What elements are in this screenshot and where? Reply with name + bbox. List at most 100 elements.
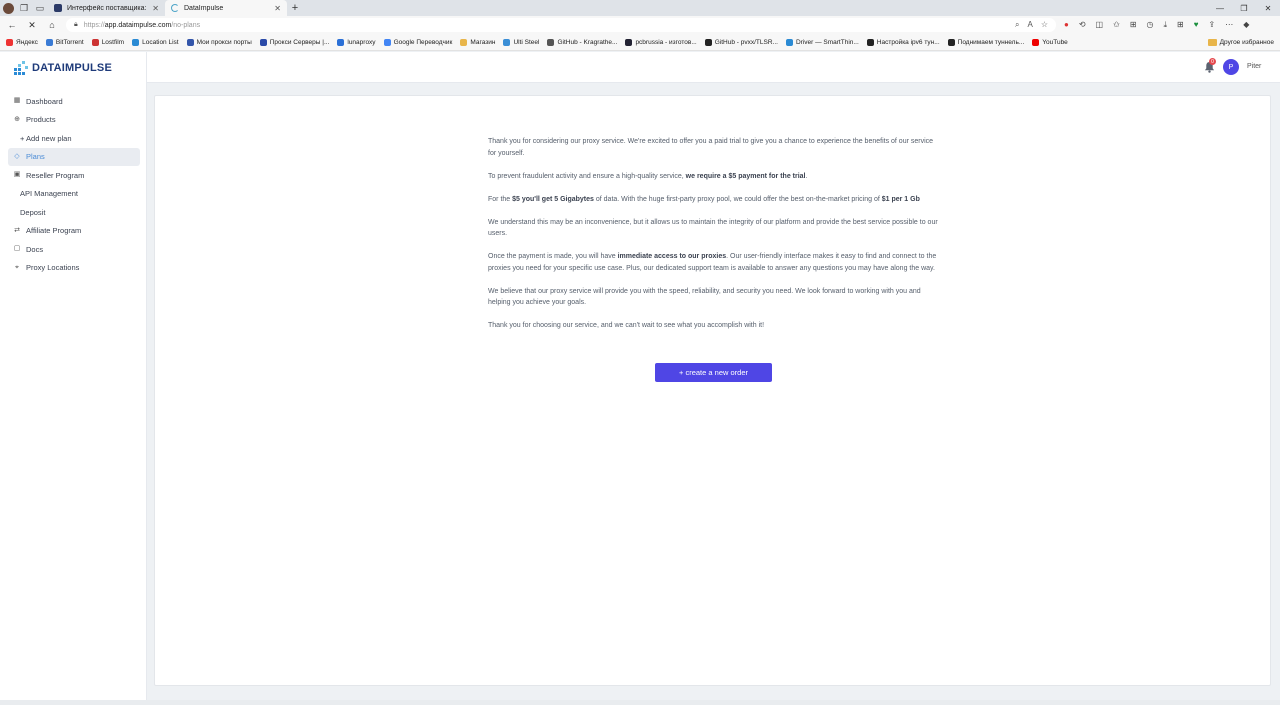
sidebar-item-label: Plans bbox=[26, 152, 45, 162]
logo[interactable]: DATAIMPULSE bbox=[14, 61, 112, 75]
sidebar-item-api-management[interactable]: API Management bbox=[8, 185, 140, 204]
bookmark-label: lunaproxy bbox=[347, 38, 376, 46]
trial-info-text: Thank you for considering our proxy serv… bbox=[488, 136, 943, 343]
pricing-paragraph: For the $5 you'll get 5 Gigabytes of dat… bbox=[488, 194, 943, 206]
new-tab-button[interactable]: + bbox=[287, 2, 303, 14]
bookmark-label: GitHub - Kragrathe... bbox=[557, 38, 618, 46]
bookmark-item[interactable]: GitHub - Kragrathe... bbox=[547, 38, 618, 46]
extension-stop-icon[interactable]: ● bbox=[1064, 20, 1069, 30]
address-bar[interactable]: 🔒︎ https://app.dataimpulse.com/no-plans … bbox=[66, 18, 1056, 32]
sidebar-nav: ▦ Dashboard ⊕ Products + Add new plan ◇ Pla… bbox=[8, 92, 140, 277]
bookmark-label: Ulti Steel bbox=[513, 38, 540, 46]
sidebar-item-products[interactable]: ⊕ Products bbox=[8, 111, 140, 130]
bookmark-item[interactable]: GitHub - pvxx/TLSR... bbox=[704, 38, 778, 46]
bookmark-item[interactable]: Настройка ipv6 тун... bbox=[866, 38, 940, 46]
bookmark-favicon-icon bbox=[186, 38, 194, 46]
tab-title: Интерфейс поставщика: Buyer... bbox=[67, 4, 147, 12]
sidebar-item-reseller-program[interactable]: ▣ Reseller Program bbox=[8, 166, 140, 185]
bookmark-item[interactable]: Google Переводчик bbox=[383, 38, 452, 46]
downloads-icon[interactable]: ⤓ bbox=[1164, 20, 1168, 30]
bookmark-favicon-icon bbox=[460, 38, 468, 46]
tab-actions-icon[interactable]: ▭ bbox=[32, 0, 48, 16]
read-aloud-icon[interactable]: A bbox=[1027, 20, 1032, 30]
bookmark-label: Мои прокси порты bbox=[196, 38, 252, 46]
main-content-card: Thank you for considering our proxy serv… bbox=[154, 95, 1271, 686]
url-host: app.dataimpulse.com bbox=[104, 21, 172, 29]
bookmark-item[interactable]: Поднимаем туннель... bbox=[947, 38, 1025, 46]
app-header: 0 P Piter bbox=[147, 52, 1280, 83]
share-icon[interactable]: ⇪ bbox=[1209, 20, 1216, 30]
tag-icon: ◇ bbox=[14, 152, 20, 160]
inconvenience-paragraph: We understand this may be an inconvenien… bbox=[488, 218, 938, 238]
bookmark-item[interactable]: lunaproxy bbox=[337, 38, 376, 46]
sidebar-item-plans[interactable]: ◇ Plans bbox=[8, 147, 140, 166]
settings-more-icon[interactable]: ⋯ bbox=[1225, 20, 1233, 30]
close-window-icon[interactable]: ✕ bbox=[1256, 4, 1280, 13]
tab-close-icon[interactable]: ✕ bbox=[152, 4, 159, 13]
bookmark-item[interactable]: Location List bbox=[132, 38, 179, 46]
sidebar-item-docs[interactable]: ▢ Docs bbox=[8, 240, 140, 259]
bookmark-item[interactable]: Driver — SmartThin... bbox=[785, 38, 859, 46]
bookmark-favicon-icon bbox=[625, 38, 633, 46]
bookmark-item[interactable]: Мои прокси порты bbox=[186, 38, 252, 46]
favorite-star-icon[interactable]: ☆ bbox=[1041, 20, 1048, 30]
profile-button[interactable] bbox=[0, 0, 16, 16]
bookmark-favicon-icon bbox=[337, 38, 345, 46]
bookmark-label: pcbrussia - изготов... bbox=[635, 38, 697, 46]
create-new-order-button[interactable]: + create a new order bbox=[655, 363, 772, 382]
history-icon[interactable]: ◷ bbox=[1147, 20, 1154, 30]
stop-loading-icon[interactable]: ✕ bbox=[26, 20, 38, 31]
bookmark-item[interactable]: Ulti Steel bbox=[503, 38, 540, 46]
bookmark-item[interactable]: Магазин bbox=[460, 38, 495, 46]
bookmark-favicon-icon bbox=[866, 38, 874, 46]
user-name[interactable]: Piter bbox=[1247, 63, 1261, 70]
bookmark-label: Driver — SmartThin... bbox=[795, 38, 859, 46]
workspaces-icon[interactable]: ❐ bbox=[16, 0, 32, 16]
other-bookmarks-folder[interactable]: Другое избранное bbox=[1207, 38, 1274, 46]
browser-tab-dataimpulse[interactable]: DataImpulse ✕ bbox=[165, 0, 287, 16]
sidebar-item-label: Deposit bbox=[20, 207, 46, 217]
location-pin-icon: ⌖ bbox=[15, 263, 19, 271]
browser-tab-strip: ❐ ▭ Интерфейс поставщика: Buyer... ✕ Dat… bbox=[0, 0, 1280, 16]
bookmark-label: Lostfilm bbox=[101, 38, 125, 46]
minimize-icon[interactable]: — bbox=[1208, 4, 1232, 13]
extension-puzzle-icon[interactable]: ⟲ bbox=[1079, 20, 1086, 30]
bookmark-item[interactable]: YouTube bbox=[1032, 38, 1068, 46]
search-in-page-icon[interactable]: ⌕ bbox=[1015, 20, 1019, 30]
bookmark-label: YouTube bbox=[1042, 38, 1068, 46]
tab-favicon-icon bbox=[54, 4, 62, 12]
sidebar-item-label: Reseller Program bbox=[26, 170, 85, 180]
sidebar-item-proxy-locations[interactable]: ⌖ Proxy Locations bbox=[8, 259, 140, 278]
sidebar-item-deposit[interactable]: Deposit bbox=[8, 203, 140, 222]
back-icon[interactable]: ← bbox=[6, 20, 18, 30]
site-info-icon[interactable]: 🔒︎ bbox=[74, 21, 78, 29]
restore-icon[interactable]: ❐ bbox=[1232, 4, 1256, 13]
bookmark-label: Прокси Серверы |... bbox=[269, 38, 330, 46]
browser-tab-buyer[interactable]: Интерфейс поставщика: Buyer... ✕ bbox=[48, 0, 165, 16]
access-paragraph: Once the payment is made, you will have … bbox=[488, 251, 943, 274]
bookmarks-bar: Яндекс BitTorrent Lostfilm Location List Мои… bbox=[0, 34, 1280, 51]
tab-close-icon[interactable]: ✕ bbox=[274, 4, 281, 13]
home-icon[interactable]: ⌂ bbox=[46, 20, 58, 30]
bookmark-item[interactable]: Прокси Серверы |... bbox=[259, 38, 330, 46]
text-span: Once the payment is made, you will have bbox=[488, 253, 618, 260]
bookmark-item[interactable]: pcbrussia - изготов... bbox=[625, 38, 697, 46]
bookmark-label: GitHub - pvxx/TLSR... bbox=[714, 38, 778, 46]
bookmark-item[interactable]: BitTorrent bbox=[45, 38, 84, 46]
sidebar-item-affiliate-program[interactable]: ⇄ Affiliate Program bbox=[8, 222, 140, 241]
bookmark-label: Настройка ipv6 тун... bbox=[876, 38, 940, 46]
split-screen-icon[interactable]: ◫ bbox=[1096, 20, 1104, 30]
apps-icon[interactable]: ⊞ bbox=[1177, 20, 1184, 30]
bookmark-item[interactable]: Lostfilm bbox=[91, 38, 125, 46]
bookmark-label: Поднимаем туннель... bbox=[957, 38, 1025, 46]
user-avatar[interactable]: P bbox=[1223, 59, 1239, 75]
copilot-icon[interactable]: ◆ bbox=[1243, 20, 1249, 30]
sidebar-item-dashboard[interactable]: ▦ Dashboard bbox=[8, 92, 140, 111]
sidebar-item-label: Products bbox=[26, 115, 56, 125]
dashboard-grid-icon: ▦ bbox=[13, 97, 21, 105]
bookmark-item[interactable]: Яндекс bbox=[6, 38, 38, 46]
browser-essentials-icon[interactable]: ♥ bbox=[1194, 20, 1199, 30]
collections-icon[interactable]: ⊞ bbox=[1130, 20, 1137, 30]
favorites-icon[interactable]: ✩ bbox=[1113, 20, 1120, 30]
sidebar-item-add-new-plan[interactable]: + Add new plan bbox=[8, 129, 140, 148]
